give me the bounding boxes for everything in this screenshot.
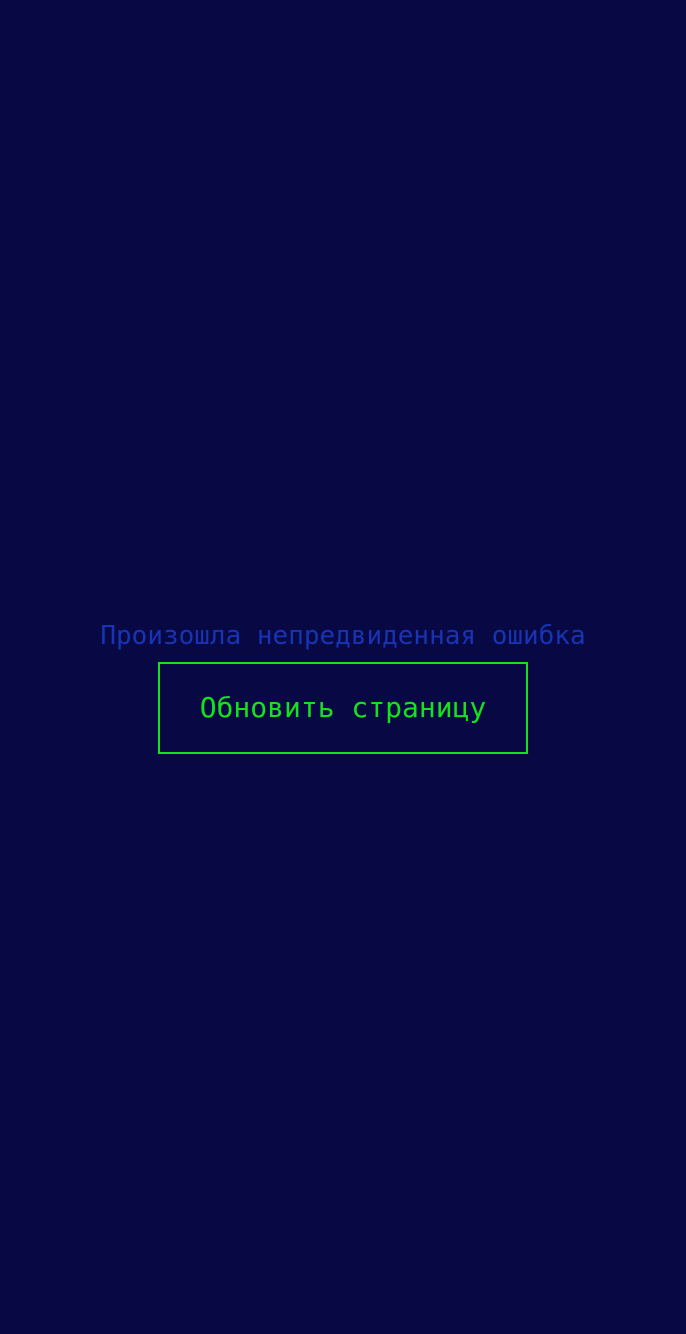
error-screen: Произошла непредвиденная ошибка Обновить…: [0, 0, 686, 1334]
reload-page-button[interactable]: Обновить страницу: [158, 662, 528, 754]
error-message: Произошла непредвиденная ошибка: [100, 621, 586, 651]
